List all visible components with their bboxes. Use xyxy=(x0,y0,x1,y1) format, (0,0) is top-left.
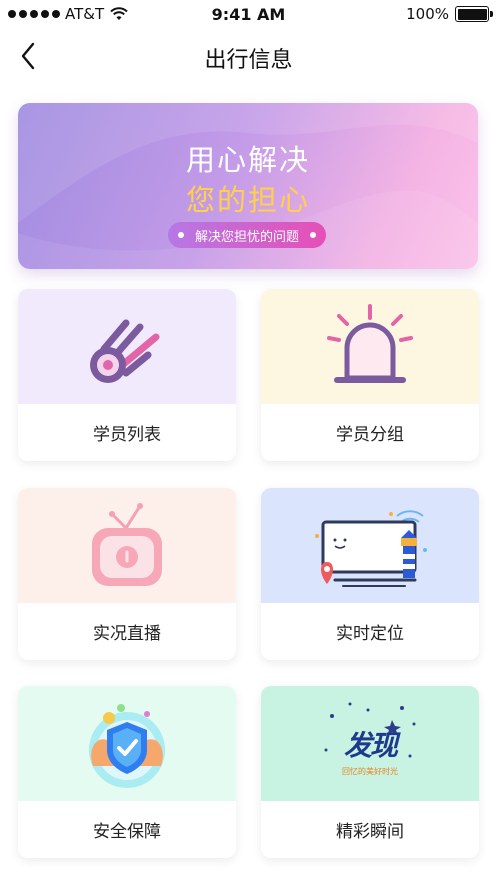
banner-tag: 解决您担忧的问题 xyxy=(168,222,326,248)
alarm-light-icon xyxy=(327,303,413,383)
card-illustration xyxy=(18,686,236,801)
dot-icon xyxy=(178,232,184,238)
discover-caption: 回忆的美好时光 xyxy=(342,766,398,776)
discover-icon: 发现 回忆的美好时光 xyxy=(310,694,430,794)
card-label: 学员分组 xyxy=(336,425,404,445)
card-illustration xyxy=(18,488,236,603)
card-illustration xyxy=(261,488,479,603)
shield-hands-icon xyxy=(89,703,165,788)
status-right: 100% xyxy=(406,5,493,23)
battery-percent: 100% xyxy=(406,5,449,23)
card-student-groups[interactable]: 学员分组 xyxy=(261,289,479,461)
comet-icon xyxy=(90,319,160,383)
card-student-list[interactable]: 学员列表 xyxy=(18,289,236,461)
card-illustration xyxy=(261,289,479,404)
banner-headline: 用心解决 xyxy=(185,143,310,177)
monitor-lighthouse-icon xyxy=(315,509,427,587)
status-bar: AT&T 9:41 AM 100% xyxy=(0,0,497,30)
card-label: 实时定位 xyxy=(336,624,404,644)
banner-subheadline: 您的担心 xyxy=(185,183,310,217)
card-realtime-location[interactable]: 实时定位 xyxy=(261,488,479,660)
card-label: 实况直播 xyxy=(93,624,161,644)
card-live-stream[interactable]: 实况直播 xyxy=(18,488,236,660)
nav-bar: 出行信息 xyxy=(0,30,497,82)
page-title: 出行信息 xyxy=(204,48,293,73)
banner-tag-label: 解决您担忧的问题 xyxy=(194,229,299,245)
card-illustration xyxy=(18,289,236,404)
hero-banner[interactable]: 用心解决 您的担心 解决您担忧的问题 xyxy=(18,103,478,269)
card-label: 学员列表 xyxy=(93,425,161,445)
card-safety[interactable]: 安全保障 xyxy=(18,686,236,858)
card-label: 精彩瞬间 xyxy=(336,822,404,842)
dot-icon xyxy=(310,232,316,238)
card-illustration: 发现 回忆的美好时光 xyxy=(261,686,479,801)
card-highlights[interactable]: 发现 回忆的美好时光 精彩瞬间 xyxy=(261,686,479,858)
discover-title: 发现 xyxy=(343,728,398,762)
tv-icon xyxy=(92,502,162,586)
battery-icon xyxy=(455,6,493,22)
card-label: 安全保障 xyxy=(93,822,161,842)
